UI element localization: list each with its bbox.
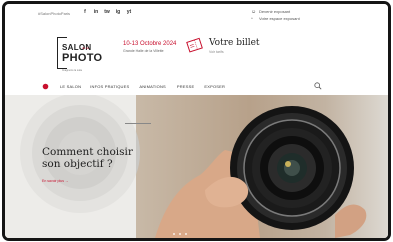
hero-slider[interactable]: Comment choisir son objectif ? En savoir…: [5, 95, 388, 238]
salon-photo-logo[interactable]: SALON de la PHOTO Imaginons la suite: [57, 37, 102, 77]
nav-item-presse[interactable]: PRESSE: [177, 84, 194, 89]
become-exhibitor-link[interactable]: ☺ Devenir exposant: [251, 8, 300, 15]
logo-word-de-la: de la: [82, 46, 89, 50]
read-more-label: En savoir plus: [42, 179, 64, 183]
logo-tagline: Imaginons la suite: [62, 69, 83, 72]
ticket-title[interactable]: Votre billet: [209, 38, 260, 48]
slider-dots: [173, 233, 187, 235]
slider-dot[interactable]: [179, 233, 181, 235]
hashtag-text: #SalonPhotoParis: [38, 11, 71, 16]
hero-headline: Comment choisir son objectif ?: [42, 146, 133, 170]
slider-dot[interactable]: [185, 233, 187, 235]
browser-frame: #SalonPhotoParis f in tw ig yt ☺ Devenir…: [2, 1, 391, 241]
logo-word-photo: PHOTO: [62, 52, 103, 64]
hero-divider-line: [125, 123, 151, 124]
top-utility-bar: #SalonPhotoParis f in tw ig yt ☺ Devenir…: [5, 4, 388, 27]
nav-item-infos-pratiques[interactable]: INFOS PRATIQUES: [90, 84, 129, 89]
nav-item-exposer[interactable]: EXPOSER: [204, 84, 225, 89]
site-header: SALON de la PHOTO Imaginons la suite 10-…: [5, 27, 388, 79]
search-icon[interactable]: [314, 82, 322, 90]
linkedin-icon[interactable]: in: [93, 9, 99, 15]
become-exhibitor-label: Devenir exposant: [259, 9, 291, 14]
exhibitor-links: ☺ Devenir exposant ▫ Votre espace exposa…: [251, 8, 300, 22]
lock-icon: ▫: [251, 15, 253, 22]
nav-item-animations[interactable]: ANIMATIONS: [139, 84, 166, 89]
youtube-icon[interactable]: yt: [126, 9, 132, 15]
nav-menu: LE SALON INFOS PRATIQUES ANIMATIONS PRES…: [60, 84, 225, 89]
home-icon[interactable]: [42, 83, 49, 90]
exhibitor-space-label: Votre espace exposant: [259, 16, 300, 21]
twitter-icon[interactable]: tw: [104, 9, 110, 15]
exhibitor-space-link[interactable]: ▫ Votre espace exposant: [251, 15, 300, 22]
event-venue: Grande Halle de la Villette: [123, 49, 164, 53]
ticket-icon[interactable]: [185, 35, 205, 55]
slider-dot[interactable]: [173, 233, 175, 235]
social-links: f in tw ig yt: [82, 9, 132, 15]
bottom-bar: [5, 238, 388, 241]
ticket-subtitle[interactable]: Voir tarifs: [209, 50, 224, 54]
user-icon: ☺: [251, 8, 257, 15]
nav-item-le-salon[interactable]: LE SALON: [60, 84, 81, 89]
event-dates: 10-13 Octobre 2024: [123, 41, 177, 47]
instagram-icon[interactable]: ig: [115, 9, 121, 15]
read-more-link[interactable]: En savoir plus →: [42, 179, 68, 183]
facebook-icon[interactable]: f: [82, 9, 88, 15]
main-nav: LE SALON INFOS PRATIQUES ANIMATIONS PRES…: [5, 79, 388, 95]
